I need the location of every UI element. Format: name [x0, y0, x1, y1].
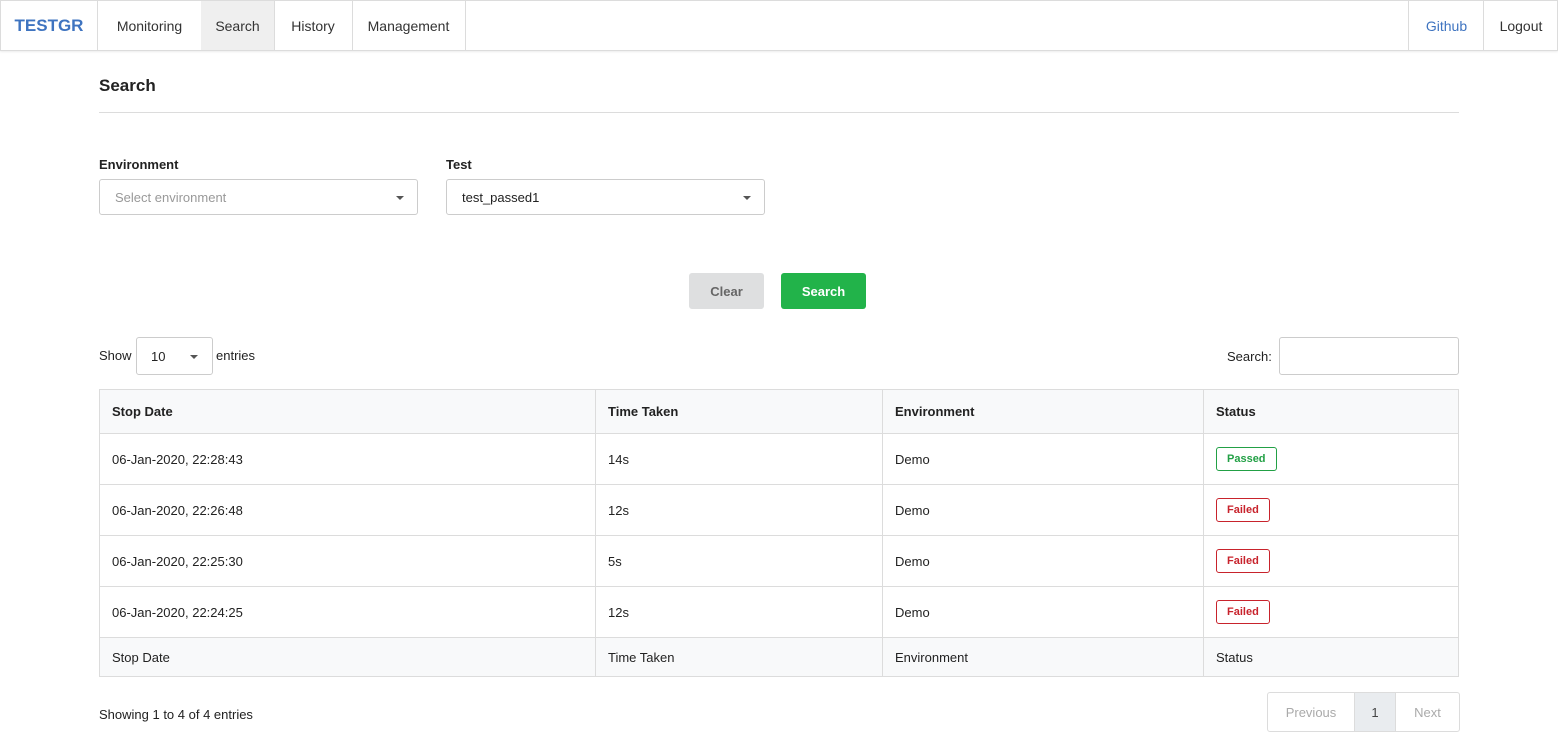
cell-time-taken: 5s — [595, 535, 883, 587]
cell-status: Failed — [1203, 484, 1459, 536]
environment-placeholder: Select environment — [115, 189, 227, 205]
column-header-stop-date[interactable]: Stop Date — [99, 389, 596, 434]
cell-stop-date: 06-Jan-2020, 22:28:43 — [99, 433, 596, 485]
title-divider — [99, 112, 1459, 113]
chevron-down-icon — [190, 355, 198, 359]
nav-item-management[interactable]: Management — [352, 1, 466, 50]
next-page-button[interactable]: Next — [1396, 693, 1459, 731]
show-label: Show — [99, 348, 132, 363]
table-footer-row: Stop Date Time Taken Environment Status — [99, 637, 1459, 677]
previous-page-button[interactable]: Previous — [1268, 693, 1355, 731]
top-navbar: TESTGR Monitoring Search History Managem… — [0, 0, 1558, 51]
cell-time-taken: 14s — [595, 433, 883, 485]
table-header-row: Stop Date Time Taken Environment Status — [99, 389, 1459, 434]
status-badge: Failed — [1216, 498, 1270, 522]
pagination: Previous 1 Next — [1267, 692, 1460, 732]
environment-select[interactable]: Select environment — [99, 179, 418, 215]
results-table: Stop Date Time Taken Environment Status … — [99, 389, 1459, 677]
entries-length-value: 10 — [151, 348, 166, 364]
footer-header-stop-date: Stop Date — [99, 637, 596, 677]
cell-environment: Demo — [882, 535, 1204, 587]
test-select-value: test_passed1 — [462, 189, 540, 205]
table-row[interactable]: 06-Jan-2020, 22:26:48 12s Demo Failed — [99, 484, 1459, 536]
search-button[interactable]: Search — [781, 273, 866, 309]
cell-stop-date: 06-Jan-2020, 22:25:30 — [99, 535, 596, 587]
table-row[interactable]: 06-Jan-2020, 22:25:30 5s Demo Failed — [99, 535, 1459, 587]
column-header-status[interactable]: Status — [1203, 389, 1459, 434]
page-title: Search — [99, 76, 156, 95]
nav-item-search[interactable]: Search — [201, 1, 275, 50]
column-header-environment[interactable]: Environment — [882, 389, 1204, 434]
clear-button[interactable]: Clear — [689, 273, 764, 309]
page-button-1[interactable]: 1 — [1355, 693, 1396, 731]
cell-status: Failed — [1203, 586, 1459, 638]
cell-stop-date: 06-Jan-2020, 22:24:25 — [99, 586, 596, 638]
footer-header-status: Status — [1203, 637, 1459, 677]
table-search-input[interactable] — [1279, 337, 1459, 375]
test-label: Test — [446, 157, 472, 172]
brand-logo[interactable]: TESTGR — [1, 1, 98, 50]
footer-header-time-taken: Time Taken — [595, 637, 883, 677]
cell-status: Passed — [1203, 433, 1459, 485]
status-badge: Passed — [1216, 447, 1277, 471]
nav-item-history[interactable]: History — [274, 1, 353, 50]
table-row[interactable]: 06-Jan-2020, 22:28:43 14s Demo Passed — [99, 433, 1459, 485]
cell-time-taken: 12s — [595, 586, 883, 638]
chevron-down-icon — [743, 196, 751, 200]
cell-stop-date: 06-Jan-2020, 22:26:48 — [99, 484, 596, 536]
test-select[interactable]: test_passed1 — [446, 179, 765, 215]
chevron-down-icon — [396, 196, 404, 200]
entries-length-select[interactable]: 10 — [136, 337, 213, 375]
table-row[interactable]: 06-Jan-2020, 22:24:25 12s Demo Failed — [99, 586, 1459, 638]
nav-link-logout[interactable]: Logout — [1483, 1, 1558, 50]
cell-environment: Demo — [882, 586, 1204, 638]
cell-status: Failed — [1203, 535, 1459, 587]
footer-header-environment: Environment — [882, 637, 1204, 677]
entries-label: entries — [216, 348, 256, 363]
cell-environment: Demo — [882, 433, 1204, 485]
nav-link-github[interactable]: Github — [1408, 1, 1484, 50]
table-info: Showing 1 to 4 of 4 entries — [99, 707, 253, 722]
environment-label: Environment — [99, 157, 179, 172]
status-badge: Failed — [1216, 549, 1270, 573]
cell-environment: Demo — [882, 484, 1204, 536]
column-header-time-taken[interactable]: Time Taken — [595, 389, 883, 434]
nav-item-monitoring[interactable]: Monitoring — [98, 1, 202, 50]
cell-time-taken: 12s — [595, 484, 883, 536]
table-search-label: Search: — [1227, 349, 1272, 364]
status-badge: Failed — [1216, 600, 1270, 624]
